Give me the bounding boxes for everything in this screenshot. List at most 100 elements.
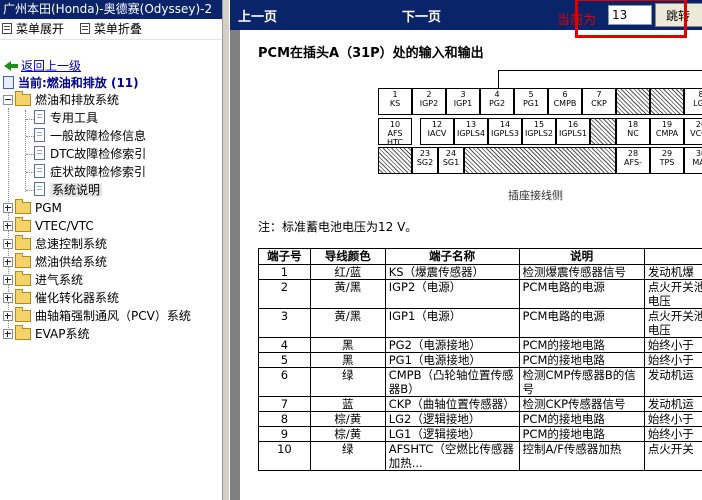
connector-pin: 13 IGPLS4 <box>454 118 488 145</box>
table-cell: 黑 <box>309 337 386 353</box>
connector-pin: 20VCC2 <box>684 118 702 145</box>
tree-node-catalytic-converter[interactable]: 催化转化器系统 <box>3 289 119 307</box>
tree-menu-bar: 菜单展开 菜单折叠 <box>0 19 222 40</box>
tree-node-idle-control[interactable]: 怠速控制系统 <box>3 235 107 253</box>
table-cell: 棕/黄 <box>309 426 386 442</box>
table-cell: 始终小于 <box>643 352 702 368</box>
connector-pin: 12 IACV <box>420 118 454 145</box>
page-icon <box>34 110 45 124</box>
tree-item-symptom-index[interactable]: 症状故障检修索引 <box>34 164 146 181</box>
table-cell: PCM的接地电路 <box>518 426 645 442</box>
page-toolbar: 上一页 下一页 当前为 跳转 <box>230 0 702 30</box>
table-cell: PG2（电源接地） <box>384 337 520 353</box>
next-page-button[interactable]: 下一页 <box>402 6 441 25</box>
connector-pin: 8LG2 <box>684 88 702 115</box>
connector-pin: 29 TPS <box>650 147 684 174</box>
expand-icon[interactable] <box>3 293 13 303</box>
table-cell: 检测CKP传感器信号 <box>518 396 645 412</box>
table-cell: 1 <box>258 264 311 280</box>
column-header: 导线颜色 <box>309 248 386 265</box>
expand-icon[interactable] <box>3 239 13 249</box>
connector-pin: 18 NC <box>616 118 650 145</box>
connector-pin-blank <box>650 88 684 115</box>
expand-icon[interactable] <box>3 257 13 267</box>
expand-icon[interactable] <box>3 275 13 285</box>
connector-pin: 23 SG2 <box>412 147 438 174</box>
current-page-label: 当前为 <box>557 13 597 28</box>
tree-item-special-tools[interactable]: 专用工具 <box>34 110 98 127</box>
collapse-icon[interactable] <box>3 95 13 105</box>
table-cell: KS（爆震传感器） <box>384 264 520 280</box>
pane-splitter[interactable] <box>222 0 230 500</box>
connector-pin-blank <box>378 147 412 174</box>
table-cell: CKP（曲轴位置传感器） <box>384 396 520 412</box>
expand-icon[interactable] <box>3 329 13 339</box>
table-cell: 蓝 <box>309 396 386 412</box>
page-number-input[interactable] <box>608 5 652 25</box>
table-cell: 点火开关池电压 <box>643 279 702 309</box>
tree-item-dtc-index[interactable]: DTC故障检修索引 <box>34 146 146 163</box>
tree-guide-line <box>26 136 34 137</box>
expand-icon[interactable] <box>3 221 13 231</box>
table-cell: 2 <box>258 279 311 309</box>
table-cell: 控制A/F传感器加热 <box>518 441 645 471</box>
expand-all-label: 菜单展开 <box>16 22 65 36</box>
navigation-tree-pane: 广州本田(Honda)-奥德赛(Odyssey)-2 菜单展开 菜单折叠 返回上… <box>0 0 222 500</box>
page-title: PCM在插头A（31P）处的输入和输出 <box>258 46 484 61</box>
page-icon <box>34 128 45 142</box>
connector-pin-blank <box>464 147 616 174</box>
tree-item-system-description[interactable]: 系统说明 <box>34 182 103 199</box>
connector-pin: 16 IGPLS1 <box>556 118 590 145</box>
connector-pin: 6 CMPB <box>548 88 582 115</box>
table-cell: PCM电路的电源 <box>518 308 645 338</box>
document-page: PCM在插头A（31P）处的输入和输出 1 KS 2 IGP2 3 IGP1 4 PG2 5 PG… <box>240 30 702 500</box>
menu-icon <box>2 23 12 34</box>
connector-pin: 2 IGP2 <box>412 88 446 115</box>
column-header <box>643 248 702 265</box>
tree-node-vtec-vtc[interactable]: VTEC/VTC <box>3 217 94 235</box>
connector-caption: 插座接线侧 <box>508 189 563 202</box>
column-header: 说明 <box>518 248 645 265</box>
folder-icon <box>15 253 31 268</box>
prev-page-button[interactable]: 上一页 <box>238 6 277 25</box>
table-cell: IGP1（电源） <box>384 308 520 338</box>
table-cell: 黑 <box>309 352 386 368</box>
go-to-page-button[interactable]: 跳转 <box>655 3 702 27</box>
table-cell: 发动机运 <box>643 367 702 397</box>
connector-pin: 19 CMPA <box>650 118 684 145</box>
back-link[interactable]: 返回上一级 <box>4 57 81 74</box>
expand-icon[interactable] <box>3 311 13 321</box>
battery-voltage-note: 注：标准蓄电池电压为12 V。 <box>258 220 418 234</box>
tree-node-pcv[interactable]: 曲轴箱强制通风（PCV）系统 <box>3 307 191 325</box>
folder-icon <box>15 307 31 322</box>
tree-node-fuel-supply[interactable]: 燃油供给系统 <box>3 253 107 271</box>
table-row: 3 黄/黑 IGP1（电源） PCM电路的电源 点火开关池电压 <box>258 308 702 338</box>
table-cell: 6 <box>258 367 311 397</box>
table-cell: 黄/黑 <box>309 308 386 338</box>
tree-node-evap[interactable]: EVAP系统 <box>3 325 89 343</box>
expand-icon[interactable] <box>3 203 13 213</box>
tree-node-fuel-emission[interactable]: 燃油和排放系统 <box>3 91 119 109</box>
collapse-all-button[interactable]: 菜单折叠 <box>79 19 142 39</box>
expand-all-button[interactable]: 菜单展开 <box>2 19 64 39</box>
tree-node-intake[interactable]: 进气系统 <box>3 271 83 289</box>
tree-item-general-troubleshooting[interactable]: 一般故障检修信息 <box>34 128 146 145</box>
tree-guide-line <box>26 172 34 173</box>
table-cell: 3 <box>258 308 311 338</box>
table-cell: 始终小于 <box>643 337 702 353</box>
table-cell: 黄/黑 <box>309 279 386 309</box>
connector-pin: 3 IGP1 <box>446 88 480 115</box>
folder-icon <box>15 289 31 304</box>
tree-node-pgm[interactable]: PGM <box>3 199 62 217</box>
table-cell: LG1（逻辑接地） <box>384 426 520 442</box>
table-cell: 8 <box>258 411 311 427</box>
table-cell: PCM的接地电路 <box>518 352 645 368</box>
table-cell: PCM的接地电路 <box>518 337 645 353</box>
folder-icon <box>15 325 31 340</box>
table-cell: AFSHTC（空燃比传感器加热... <box>384 441 520 471</box>
collapse-all-label: 菜单折叠 <box>93 22 142 36</box>
connector-pin-blank <box>590 118 616 145</box>
back-link-label: 返回上一级 <box>21 59 82 73</box>
page-icon <box>34 182 45 196</box>
table-cell: 始终小于 <box>643 411 702 427</box>
